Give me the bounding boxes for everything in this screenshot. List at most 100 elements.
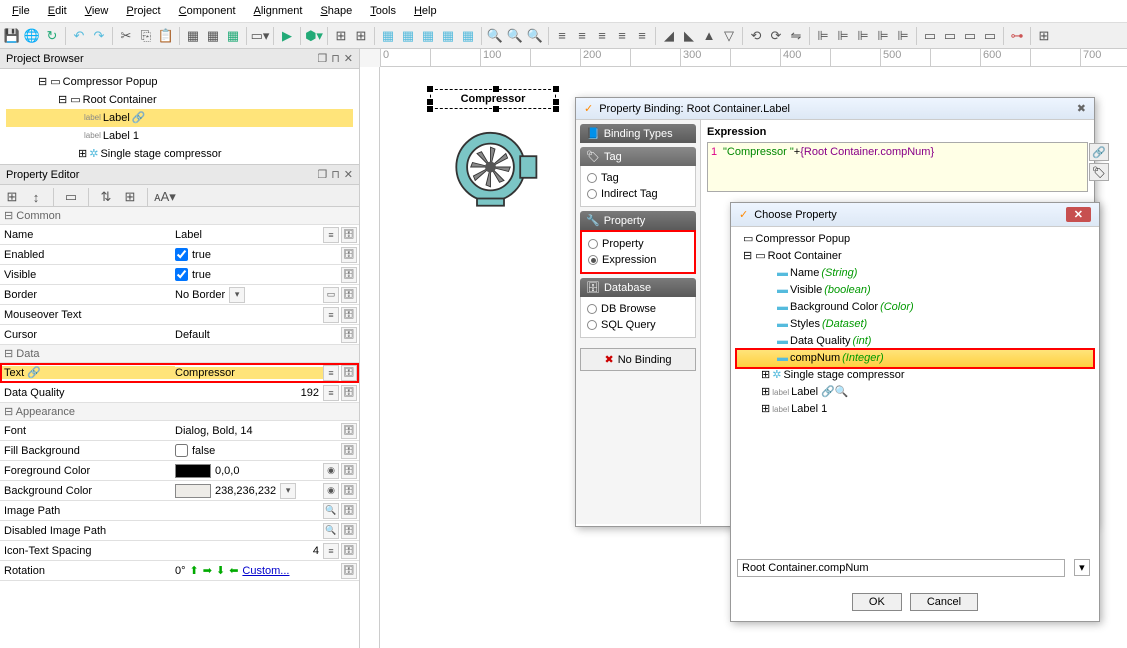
rect-btn[interactable]: ▭ xyxy=(323,287,339,303)
prop-row-fill-background[interactable]: Fill Backgroundfalse🗄 xyxy=(0,441,359,461)
end-icon[interactable]: ⊞ xyxy=(1035,27,1053,45)
misc-2[interactable]: ⊞ xyxy=(352,27,370,45)
conn-icon[interactable]: ⊶ xyxy=(1008,27,1026,45)
order-4[interactable]: ▭ xyxy=(981,27,999,45)
misc-1[interactable]: ⊞ xyxy=(332,27,350,45)
db-btn[interactable]: 🗄 xyxy=(341,307,357,323)
db-btn[interactable]: 🗄 xyxy=(341,563,357,579)
db-btn[interactable]: 🗄 xyxy=(341,227,357,243)
prop-tree-compnum[interactable]: ▬ compNum (Integer) xyxy=(737,350,1093,367)
prop-row-enabled[interactable]: Enabledtrue🗄 xyxy=(0,245,359,265)
db-btn[interactable]: 🗄 xyxy=(341,503,357,519)
rot-1[interactable]: ⟲ xyxy=(747,27,765,45)
menu-shape[interactable]: Shape xyxy=(312,2,360,20)
panel-pin-icon[interactable]: ⊓ xyxy=(331,168,340,181)
paste-icon[interactable]: 📋 xyxy=(157,27,175,45)
prop-row-rotation[interactable]: Rotation0°⬆➡⬇⬅Custom...🗄 xyxy=(0,561,359,581)
dist-4[interactable]: ⊫ xyxy=(874,27,892,45)
prop-view-icon[interactable]: ⊞ xyxy=(3,188,21,206)
grid-1[interactable]: ▦ xyxy=(379,27,397,45)
property-path-input[interactable] xyxy=(737,559,1065,577)
radio-db-browse[interactable]: DB Browse xyxy=(587,301,689,317)
prop-row-cursor[interactable]: CursorDefault🗄 xyxy=(0,325,359,345)
menu-alignment[interactable]: Alignment xyxy=(246,2,311,20)
shape-4[interactable]: ▽ xyxy=(720,27,738,45)
align-1[interactable]: ≡ xyxy=(553,27,571,45)
panel-close-icon[interactable]: ✕ xyxy=(344,168,353,181)
insert-property-button[interactable]: 🔗 xyxy=(1089,143,1109,161)
choose-property-tree[interactable]: ▭ Compressor Popup ⊟ ▭ Root Container ▬ … xyxy=(731,227,1099,422)
menu-project[interactable]: Project xyxy=(118,2,168,20)
child-tree-label-1[interactable]: ⊞ label Label 1 xyxy=(737,401,1093,418)
undo-icon[interactable]: ↶ xyxy=(70,27,88,45)
align-2[interactable]: ≡ xyxy=(573,27,591,45)
prop-tool-a[interactable]: ▭ xyxy=(62,188,80,206)
refresh-icon[interactable]: ↻ xyxy=(43,27,61,45)
wheel-btn[interactable]: ◉ xyxy=(323,463,339,479)
grid-3[interactable]: ▦ xyxy=(419,27,437,45)
tree-item-label[interactable]: Label xyxy=(103,109,130,127)
menu-tools[interactable]: Tools xyxy=(362,2,404,20)
db-btn[interactable]: 🗄 xyxy=(341,247,357,263)
db-btn[interactable]: 🗄 xyxy=(341,287,357,303)
db-btn[interactable]: 🗄 xyxy=(341,385,357,401)
expr-btn[interactable]: ≡ xyxy=(323,385,339,401)
tool-a[interactable]: ▦ xyxy=(184,27,202,45)
align-3[interactable]: ≡ xyxy=(593,27,611,45)
child-tree-single-stage-compressor[interactable]: ⊞ ✲ Single stage compressor xyxy=(737,367,1093,384)
zoom-out-icon[interactable]: 🔍 xyxy=(486,27,504,45)
rot-2[interactable]: ⟳ xyxy=(767,27,785,45)
menu-edit[interactable]: Edit xyxy=(40,2,75,20)
cancel-button[interactable]: Cancel xyxy=(910,593,978,611)
cut-icon[interactable]: ✂ xyxy=(117,27,135,45)
db-btn[interactable]: 🗄 xyxy=(341,365,357,381)
search-btn[interactable]: 🔍 xyxy=(323,523,339,539)
tree-item-label1[interactable]: Label 1 xyxy=(103,127,139,145)
expr-btn[interactable]: ≡ xyxy=(323,307,339,323)
menu-help[interactable]: Help xyxy=(406,2,445,20)
order-1[interactable]: ▭ xyxy=(921,27,939,45)
shape-3[interactable]: ▲ xyxy=(700,27,718,45)
expr-btn[interactable]: ≡ xyxy=(323,543,339,559)
align-5[interactable]: ≡ xyxy=(633,27,651,45)
zoom-in-icon[interactable]: 🔍 xyxy=(526,27,544,45)
prop-row-text[interactable]: Text 🔗Compressor≡🗄 xyxy=(0,363,359,383)
ok-button[interactable]: OK xyxy=(852,593,902,611)
prop-row-font[interactable]: FontDialog, Bold, 14🗄 xyxy=(0,421,359,441)
prop-row-mouseover-text[interactable]: Mouseover Text≡🗄 xyxy=(0,305,359,325)
prop-row-background-color[interactable]: Background Color238,236,232▾◉🗄 xyxy=(0,481,359,501)
grid-4[interactable]: ▦ xyxy=(439,27,457,45)
prop-row-visible[interactable]: Visibletrue🗄 xyxy=(0,265,359,285)
grid-5[interactable]: ▦ xyxy=(459,27,477,45)
menu-view[interactable]: View xyxy=(77,2,117,20)
prop-expand-icon[interactable]: ⇅ xyxy=(97,188,115,206)
no-binding-button[interactable]: ✖ No Binding xyxy=(580,348,696,371)
order-2[interactable]: ▭ xyxy=(941,27,959,45)
tool-c[interactable]: ▦ xyxy=(224,27,242,45)
radio-indirect-tag[interactable]: Indirect Tag xyxy=(587,186,689,202)
panel-restore-icon[interactable]: ❐ xyxy=(317,52,327,65)
radio-sql-query[interactable]: SQL Query xyxy=(587,317,689,333)
db-btn[interactable]: 🗄 xyxy=(341,543,357,559)
dialog-title-bar[interactable]: ✓ Property Binding: Root Container.Label… xyxy=(576,98,1094,120)
child-tree-label[interactable]: ⊞ label Label 🔗🔍 xyxy=(737,384,1093,401)
radio-property[interactable]: Property xyxy=(588,236,688,252)
expr-btn[interactable]: ≡ xyxy=(323,365,339,381)
radio-expression[interactable]: Expression xyxy=(588,252,688,268)
shape-1[interactable]: ◢ xyxy=(660,27,678,45)
save-icon[interactable]: 💾 xyxy=(3,27,21,45)
prop-row-disabled-image-path[interactable]: Disabled Image Path🔍🗄 xyxy=(0,521,359,541)
tree-container[interactable]: Root Container xyxy=(83,91,157,109)
project-browser-tree[interactable]: ⊟ ▭ Compressor Popup ⊟ ▭ Root Container … xyxy=(0,69,359,165)
tree-root[interactable]: Compressor Popup xyxy=(63,73,158,91)
db-btn[interactable]: 🗄 xyxy=(341,523,357,539)
dropdown-icon[interactable]: ▭▾ xyxy=(251,27,269,45)
order-3[interactable]: ▭ xyxy=(961,27,979,45)
expression-editor[interactable]: 1"Compressor " + {Root Container.compNum… xyxy=(707,142,1088,192)
panel-restore-icon[interactable]: ❐ xyxy=(317,168,327,181)
compressor-image[interactable] xyxy=(450,122,540,212)
rot-3[interactable]: ⇋ xyxy=(787,27,805,45)
prop-tool-b[interactable]: ⊞ xyxy=(121,188,139,206)
dist-5[interactable]: ⊫ xyxy=(894,27,912,45)
close-icon[interactable]: ✕ xyxy=(1066,207,1091,222)
